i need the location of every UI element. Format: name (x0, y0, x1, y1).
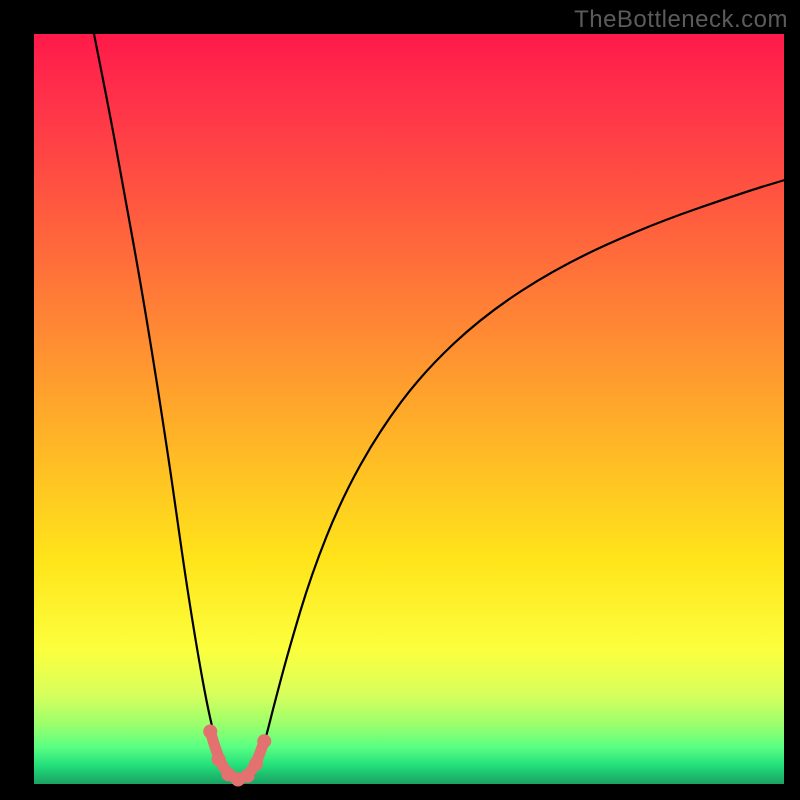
bottleneck-curve-left (94, 34, 227, 775)
plot-area (34, 34, 784, 784)
valley-marker-dot (212, 752, 226, 766)
watermark-text: TheBottleneck.com (574, 6, 788, 34)
curve-layer (34, 34, 784, 784)
valley-marker-dot (241, 769, 255, 783)
valley-marker-dot (257, 734, 271, 748)
chart-frame: TheBottleneck.com (0, 0, 800, 800)
valley-marker-dot (249, 757, 263, 771)
valley-marker-dot (203, 725, 217, 739)
bottleneck-curve-right (254, 180, 784, 775)
